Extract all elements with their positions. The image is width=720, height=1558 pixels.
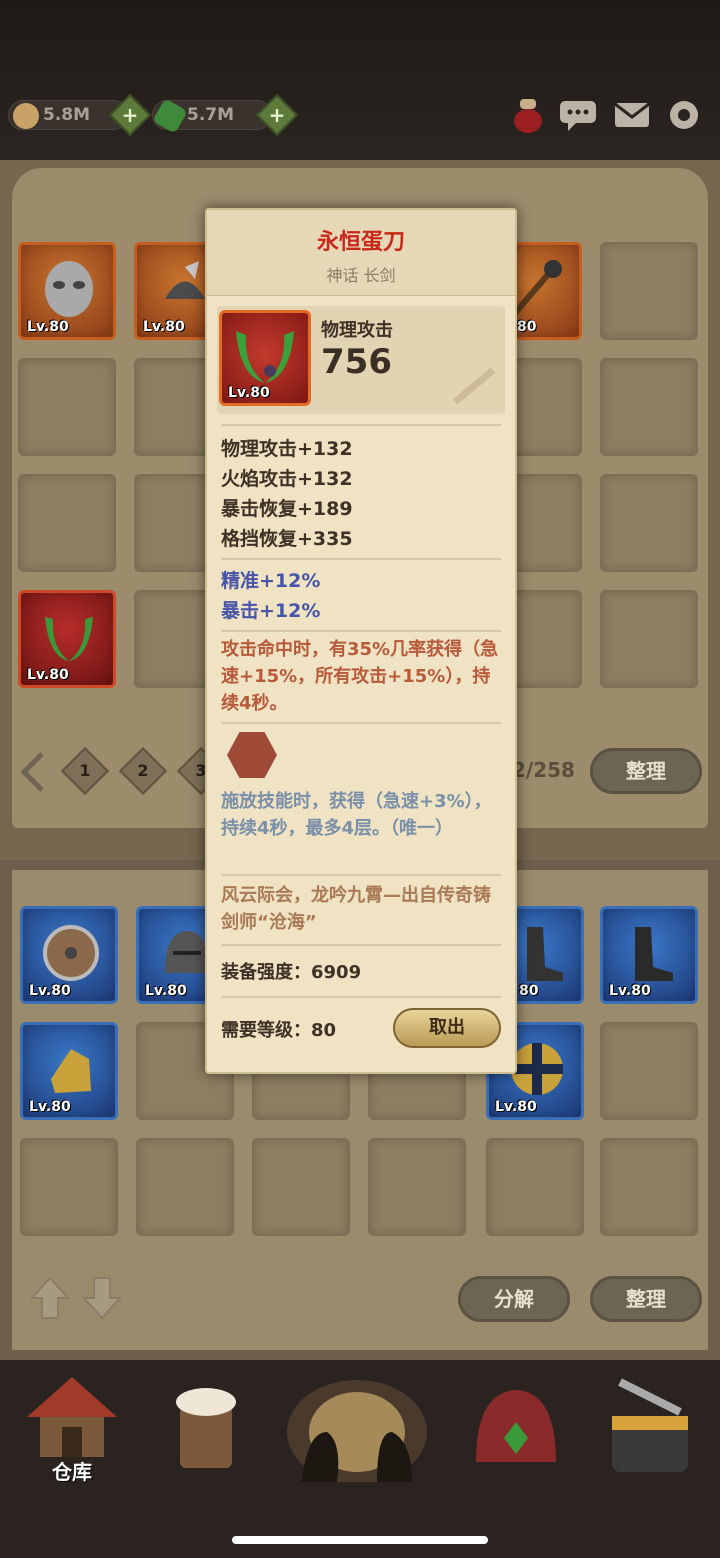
- warehouse-item-slot[interactable]: Lv.80: [18, 242, 116, 340]
- sort-button[interactable]: 整理: [590, 1276, 702, 1322]
- bonus-stat-line: 精准+12%: [221, 570, 321, 592]
- equipment-empty-slot[interactable]: [252, 1138, 350, 1236]
- divider: [221, 944, 501, 946]
- equipment-strength: 装备强度：6909: [221, 962, 362, 983]
- home-indicator: [232, 1536, 488, 1544]
- warehouse-slot[interactable]: [18, 474, 116, 572]
- warehouse-slot[interactable]: [18, 358, 116, 456]
- equipment-slot[interactable]: Lv.80: [600, 906, 698, 1004]
- bonus-stat-line: 暴击+12%: [221, 600, 321, 622]
- warehouse-item-slot[interactable]: Lv.80: [18, 590, 116, 688]
- nav-warehouse-label: 仓库: [52, 1460, 92, 1484]
- warehouse-house-icon: [27, 1377, 117, 1457]
- warehouse-slot[interactable]: [600, 474, 698, 572]
- gold-amount: 5.8M: [43, 105, 91, 125]
- stat-line: 物理攻击+132: [221, 438, 353, 460]
- stat-line: 格挡恢复+335: [221, 528, 353, 550]
- nav-helmet-icon[interactable]: [456, 1372, 576, 1482]
- gem-resource: 5.7M: [152, 98, 272, 134]
- skill-effect-text: 施放技能时，获得（急速+3%），持续4秒，最多4层。（唯一）: [221, 791, 492, 839]
- divider: [221, 722, 501, 724]
- divider: [221, 424, 501, 426]
- shield-icon: [43, 925, 99, 981]
- dismantle-button[interactable]: 分解: [458, 1276, 570, 1322]
- main-stat-value: 756: [321, 342, 392, 382]
- take-out-button[interactable]: 取出: [393, 1008, 501, 1048]
- chat-icon[interactable]: [558, 95, 598, 135]
- item-header: 永恒蛋刀 神话 长剑: [207, 210, 515, 296]
- item-detail-card: 永恒蛋刀 神话 长剑 Lv.80 物理攻击 756 物理攻击+132 火焰攻击+…: [205, 208, 517, 1074]
- green-blade-icon: [45, 617, 93, 661]
- potion-icon[interactable]: [508, 95, 548, 135]
- move-up-arrow-icon[interactable]: [30, 1276, 70, 1320]
- equipment-empty-slot[interactable]: [136, 1138, 234, 1236]
- equipment-empty-slot[interactable]: [368, 1138, 466, 1236]
- settings-icon[interactable]: [664, 95, 704, 135]
- sort-button[interactable]: 整理: [590, 748, 702, 794]
- nav-forge-icon[interactable]: [590, 1372, 710, 1482]
- equipment-empty-slot[interactable]: [600, 1022, 698, 1120]
- bottom-navigation: 仓库: [0, 1360, 720, 1558]
- main-stat-label: 物理攻击: [321, 320, 393, 341]
- equipment-empty-slot[interactable]: [600, 1138, 698, 1236]
- proc-effect-text: 攻击命中时，有35%几率获得（急速+15%，所有攻击+15%），持续4秒。: [221, 639, 499, 714]
- nav-tavern-icon[interactable]: [146, 1372, 266, 1482]
- gem-amount: 5.7M: [187, 105, 235, 125]
- stat-line: 火焰攻击+132: [221, 468, 353, 490]
- stat-line: 暴击恢复+189: [221, 498, 353, 520]
- nav-adventure-icon[interactable]: [282, 1372, 432, 1482]
- gem-icon: [152, 98, 188, 134]
- nav-warehouse[interactable]: 仓库: [12, 1372, 132, 1484]
- equipment-empty-slot[interactable]: [486, 1138, 584, 1236]
- warehouse-slot[interactable]: [600, 358, 698, 456]
- warehouse-slot[interactable]: [600, 242, 698, 340]
- sword-watermark-icon: [452, 367, 496, 405]
- green-blade-icon: [236, 331, 294, 383]
- boots-icon: [635, 927, 673, 981]
- flavor-text: 风云际会，龙吟九霄—出自传奇铸剑师“沧海”: [221, 885, 491, 933]
- item-name: 永恒蛋刀: [316, 230, 405, 255]
- main-stat-box: Lv.80 物理攻击 756: [217, 306, 505, 414]
- equipment-empty-slot[interactable]: [20, 1138, 118, 1236]
- item-rarity-type: 神话 长剑: [326, 266, 396, 285]
- coin-icon: [13, 103, 39, 129]
- level-requirement: 需要等级：80: [221, 1020, 337, 1041]
- prev-page-arrow-icon[interactable]: [20, 752, 46, 792]
- divider: [221, 630, 501, 632]
- gauntlet-icon: [51, 1049, 91, 1093]
- divider: [221, 558, 501, 560]
- warehouse-slot[interactable]: [600, 590, 698, 688]
- equipment-slot[interactable]: Lv.80: [20, 1022, 118, 1120]
- divider: [221, 874, 501, 876]
- divider: [221, 996, 501, 998]
- move-down-arrow-icon[interactable]: [82, 1276, 122, 1320]
- equipment-slot[interactable]: Lv.80: [20, 906, 118, 1004]
- item-icon: Lv.80: [219, 310, 311, 406]
- mail-icon[interactable]: [612, 95, 652, 135]
- page-count: 2/258: [512, 758, 575, 782]
- top-bar: 5.8M + 5.7M +: [0, 0, 720, 160]
- mask-icon: [45, 261, 93, 317]
- skill-hexagon-icon: [227, 732, 277, 778]
